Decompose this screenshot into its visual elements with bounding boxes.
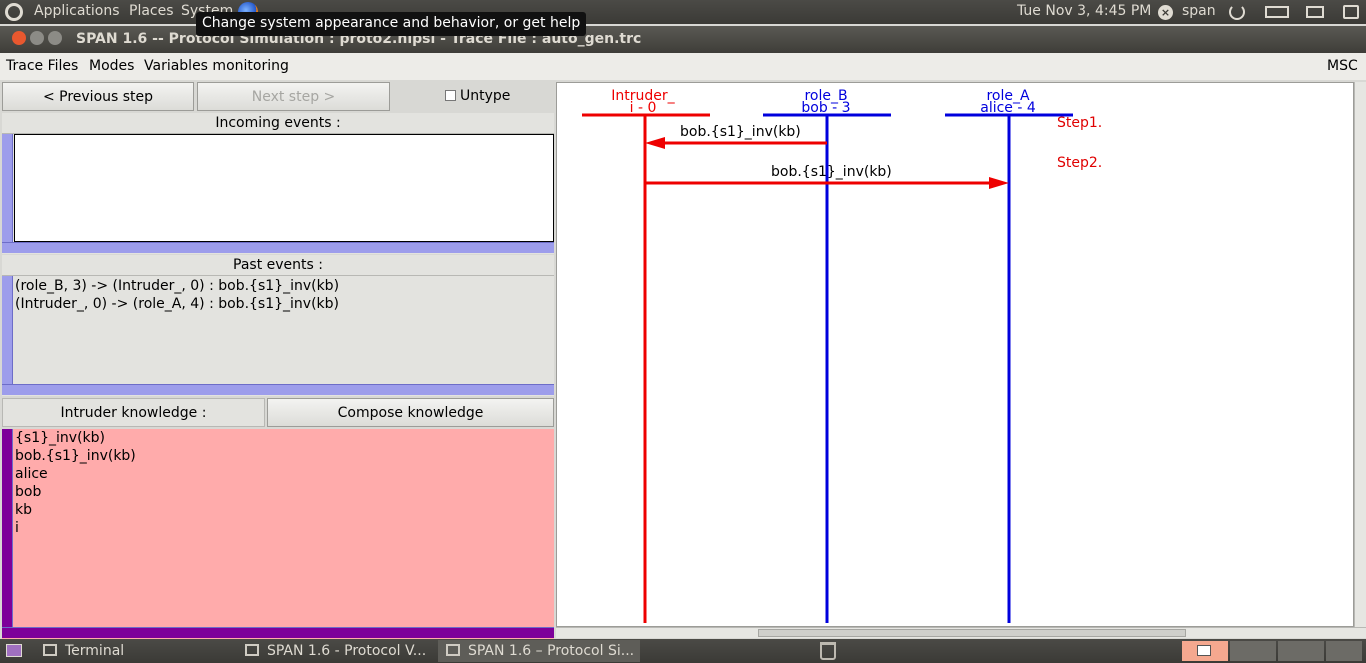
user-name[interactable]: span bbox=[1182, 3, 1216, 19]
intruder-knowledge-panel: {s1}_inv(kb) bob.{s1}_inv(kb) alice bob … bbox=[2, 429, 554, 639]
minimize-window-icon[interactable] bbox=[30, 31, 44, 45]
arrowhead-icon bbox=[645, 137, 665, 149]
incoming-events-vscroll[interactable] bbox=[2, 134, 13, 242]
list-item[interactable]: {s1}_inv(kb) bbox=[15, 429, 136, 447]
workspace-2[interactable] bbox=[1230, 641, 1276, 661]
list-item[interactable]: (role_B, 3) -> (Intruder_, 0) : bob.{s1}… bbox=[15, 277, 339, 295]
past-events-panel: (role_B, 3) -> (Intruder_, 0) : bob.{s1}… bbox=[2, 276, 554, 396]
taskbar-item-span-simulation[interactable]: SPAN 1.6 – Protocol Si... bbox=[438, 640, 640, 662]
window-icon bbox=[446, 644, 460, 656]
applications-menu[interactable]: Applications bbox=[34, 3, 120, 19]
battery-icon[interactable] bbox=[1265, 6, 1289, 18]
maximize-window-icon[interactable] bbox=[48, 31, 62, 45]
show-desktop-icon[interactable] bbox=[6, 644, 22, 657]
clock[interactable]: Tue Nov 3, 4:45 PM bbox=[1017, 3, 1151, 19]
power-icon[interactable] bbox=[1229, 4, 1245, 20]
incoming-events-hscroll[interactable] bbox=[2, 242, 554, 253]
msc-hscroll-thumb[interactable] bbox=[758, 629, 1186, 637]
workspace-window-icon bbox=[1197, 645, 1211, 656]
incoming-events-panel bbox=[2, 134, 554, 254]
terminal-icon bbox=[43, 644, 57, 656]
list-item[interactable]: kb bbox=[15, 501, 136, 519]
window-icon bbox=[245, 644, 259, 656]
close-window-icon[interactable] bbox=[12, 31, 26, 45]
untype-checkbox[interactable] bbox=[445, 90, 456, 101]
knowledge-list[interactable]: {s1}_inv(kb) bob.{s1}_inv(kb) alice bob … bbox=[15, 429, 136, 537]
menu-bar: Trace Files Modes Variables monitoring M… bbox=[0, 53, 1366, 80]
taskbar: Terminal SPAN 1.6 - Protocol V... SPAN 1… bbox=[0, 639, 1366, 663]
compose-knowledge-button[interactable]: Compose knowledge bbox=[267, 398, 554, 427]
past-events-list[interactable]: (role_B, 3) -> (Intruder_, 0) : bob.{s1}… bbox=[15, 277, 339, 313]
message-label-1[interactable]: bob.{s1}_inv(kb) bbox=[680, 124, 801, 140]
msc-hscroll[interactable] bbox=[556, 627, 1366, 638]
user-status-icon[interactable]: × bbox=[1158, 5, 1173, 20]
knowledge-hscroll[interactable] bbox=[2, 627, 554, 638]
workspace-4[interactable] bbox=[1326, 641, 1362, 661]
knowledge-vscroll[interactable] bbox=[2, 429, 13, 627]
list-item[interactable]: alice bbox=[15, 465, 136, 483]
list-item[interactable]: i bbox=[15, 519, 136, 537]
past-events-vscroll[interactable] bbox=[2, 276, 13, 384]
list-item[interactable]: (Intruder_, 0) -> (role_A, 4) : bob.{s1}… bbox=[15, 295, 339, 313]
taskbar-item-terminal[interactable]: Terminal bbox=[35, 640, 233, 662]
list-item[interactable]: bob bbox=[15, 483, 136, 501]
intruder-knowledge-label: Intruder knowledge : bbox=[2, 398, 265, 427]
incoming-events-label: Incoming events : bbox=[2, 113, 554, 134]
step-label-2[interactable]: Step2. bbox=[1057, 155, 1102, 171]
workspace-3[interactable] bbox=[1278, 641, 1324, 661]
previous-step-button[interactable]: < Previous step bbox=[2, 82, 194, 111]
incoming-events-list[interactable] bbox=[14, 134, 554, 242]
menu-trace-files[interactable]: Trace Files bbox=[6, 58, 78, 74]
next-step-button[interactable]: Next step > bbox=[197, 82, 390, 111]
step-label-1[interactable]: Step1. bbox=[1057, 115, 1102, 131]
chat-icon[interactable] bbox=[1343, 5, 1359, 19]
taskbar-item-span-verification[interactable]: SPAN 1.6 - Protocol V... bbox=[237, 640, 435, 662]
menu-modes[interactable]: Modes bbox=[89, 58, 134, 74]
menu-msc[interactable]: MSC bbox=[1327, 58, 1358, 74]
menu-variables-monitoring[interactable]: Variables monitoring bbox=[144, 58, 289, 74]
arrowhead-icon bbox=[989, 177, 1009, 189]
trash-icon[interactable] bbox=[820, 642, 836, 660]
past-events-label: Past events : bbox=[2, 255, 554, 276]
untype-label: Untype bbox=[460, 88, 511, 104]
taskbar-label: Terminal bbox=[65, 643, 125, 659]
taskbar-label: SPAN 1.6 – Protocol Si... bbox=[468, 643, 635, 659]
ubuntu-logo-icon[interactable] bbox=[5, 3, 23, 21]
past-events-hscroll[interactable] bbox=[2, 384, 554, 395]
taskbar-label: SPAN 1.6 - Protocol V... bbox=[267, 643, 427, 659]
message-label-2[interactable]: bob.{s1}_inv(kb) bbox=[771, 164, 892, 180]
workspace-1[interactable] bbox=[1182, 641, 1228, 661]
list-item[interactable]: bob.{s1}_inv(kb) bbox=[15, 447, 136, 465]
msc-panel: Intruder_ i - 0 role_B bob - 3 role_A al… bbox=[556, 82, 1354, 627]
system-menu-tooltip: Change system appearance and behavior, o… bbox=[196, 12, 587, 36]
msc-diagram bbox=[582, 113, 1073, 623]
mail-icon[interactable] bbox=[1306, 6, 1324, 18]
places-menu[interactable]: Places bbox=[129, 3, 174, 19]
msc-vscroll[interactable] bbox=[1354, 82, 1366, 627]
